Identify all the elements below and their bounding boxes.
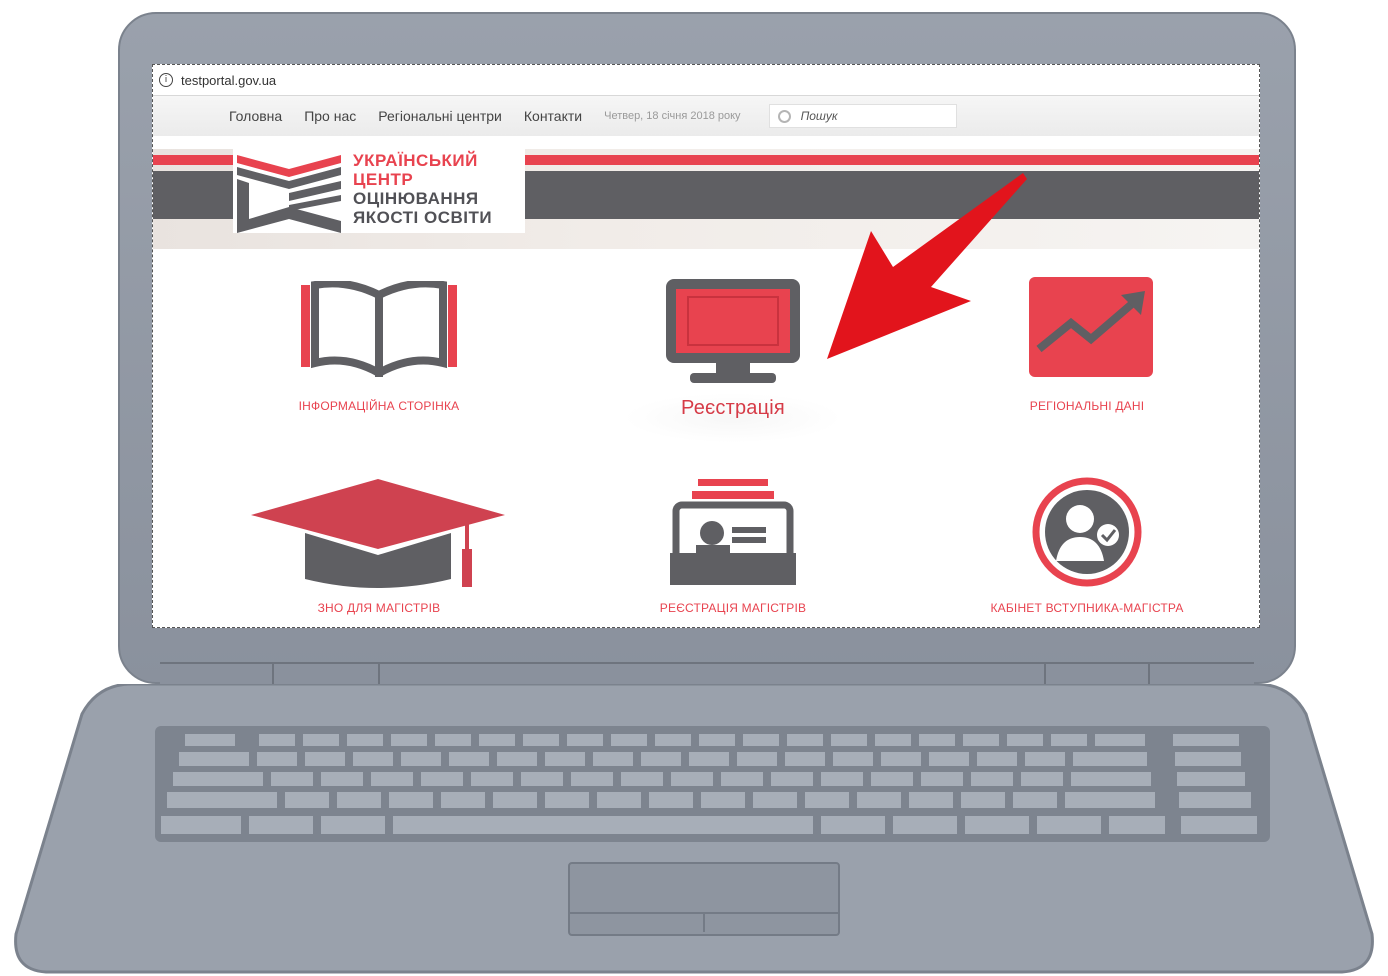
hinge-notch <box>378 662 380 684</box>
graduation-cap-icon <box>251 479 505 588</box>
hinge-notch <box>1044 662 1046 684</box>
nav-item-contacts[interactable]: Контакти <box>524 108 582 124</box>
logo-line: УКРАЇНСЬКИЙ <box>353 151 478 170</box>
tile-zno-masters[interactable]: ЗНО ДЛЯ МАГІСТРІВ <box>209 475 549 625</box>
tile-label: Реєстрація <box>681 397 785 419</box>
search-icon <box>777 109 791 123</box>
monitor-icon <box>666 279 800 383</box>
keyboard-keys <box>161 734 1257 834</box>
tile-label: ІНФОРМАЦІЙНА СТОРІНКА <box>298 399 460 413</box>
logo-book-icon <box>237 153 341 233</box>
address-bar[interactable]: i testportal.gov.ua <box>153 65 1259 96</box>
hinge-notch <box>272 662 274 684</box>
info-icon[interactable]: i <box>159 73 173 87</box>
user-check-icon <box>1032 477 1142 587</box>
tile-label: ЗНО ДЛЯ МАГІСТРІВ <box>317 601 441 615</box>
banner-stripe <box>153 155 233 165</box>
banner-stripe <box>525 155 1259 165</box>
search-placeholder: Пошук <box>800 109 838 123</box>
site-logo[interactable]: УКРАЇНСЬКИЙ ЦЕНТР ОЦІНЮВАННЯ ЯКОСТІ ОСВІ… <box>233 149 525 233</box>
url-text[interactable]: testportal.gov.ua <box>181 73 276 88</box>
pointer-arrow-icon <box>827 173 1027 359</box>
book-icon <box>301 281 457 377</box>
tile-label: РЕЄСТРАЦІЯ МАГІСТРІВ <box>659 601 807 615</box>
current-date: Четвер, 18 січня 2018 року <box>604 110 741 122</box>
logo-text: УКРАЇНСЬКИЙ ЦЕНТР ОЦІНЮВАННЯ ЯКОСТІ ОСВІ… <box>353 151 492 227</box>
logo-line: ЦЕНТР <box>353 170 414 189</box>
nav-item-regional-centers[interactable]: Регіональні центри <box>378 108 502 124</box>
tile-applicant-cabinet[interactable]: КАБІНЕТ ВСТУПНИКА-МАГІСТРА <box>917 475 1257 625</box>
hinge-notch <box>1148 662 1150 684</box>
top-nav: Головна Про нас Регіональні центри Конта… <box>153 96 1259 136</box>
browser-screen: i testportal.gov.ua Головна Про нас Регі… <box>152 64 1260 628</box>
chart-trend-icon <box>1029 277 1153 377</box>
header-banner: УКРАЇНСЬКИЙ ЦЕНТР ОЦІНЮВАННЯ ЯКОСТІ ОСВІ… <box>153 149 1259 249</box>
nav-item-about[interactable]: Про нас <box>304 108 356 124</box>
tile-masters-registration[interactable]: РЕЄСТРАЦІЯ МАГІСТРІВ <box>563 475 903 625</box>
banner-stripe <box>153 171 233 219</box>
tile-label: РЕГІОНАЛЬНІ ДАНІ <box>1029 399 1145 413</box>
touchpad <box>568 862 840 936</box>
search-input[interactable]: Пошук <box>768 104 957 128</box>
laptop-hinge <box>160 662 1254 686</box>
tile-info-page[interactable]: ІНФОРМАЦІЙНА СТОРІНКА <box>209 275 549 445</box>
nav-item-home[interactable]: Головна <box>229 108 282 124</box>
id-card-stack-icon <box>670 479 796 585</box>
logo-line: ЯКОСТІ ОСВІТИ <box>353 208 493 227</box>
tile-label: КАБІНЕТ ВСТУПНИКА-МАГІСТРА <box>990 601 1184 615</box>
touchpad-divider <box>703 912 705 932</box>
logo-line: ОЦІНЮВАННЯ <box>353 189 479 208</box>
